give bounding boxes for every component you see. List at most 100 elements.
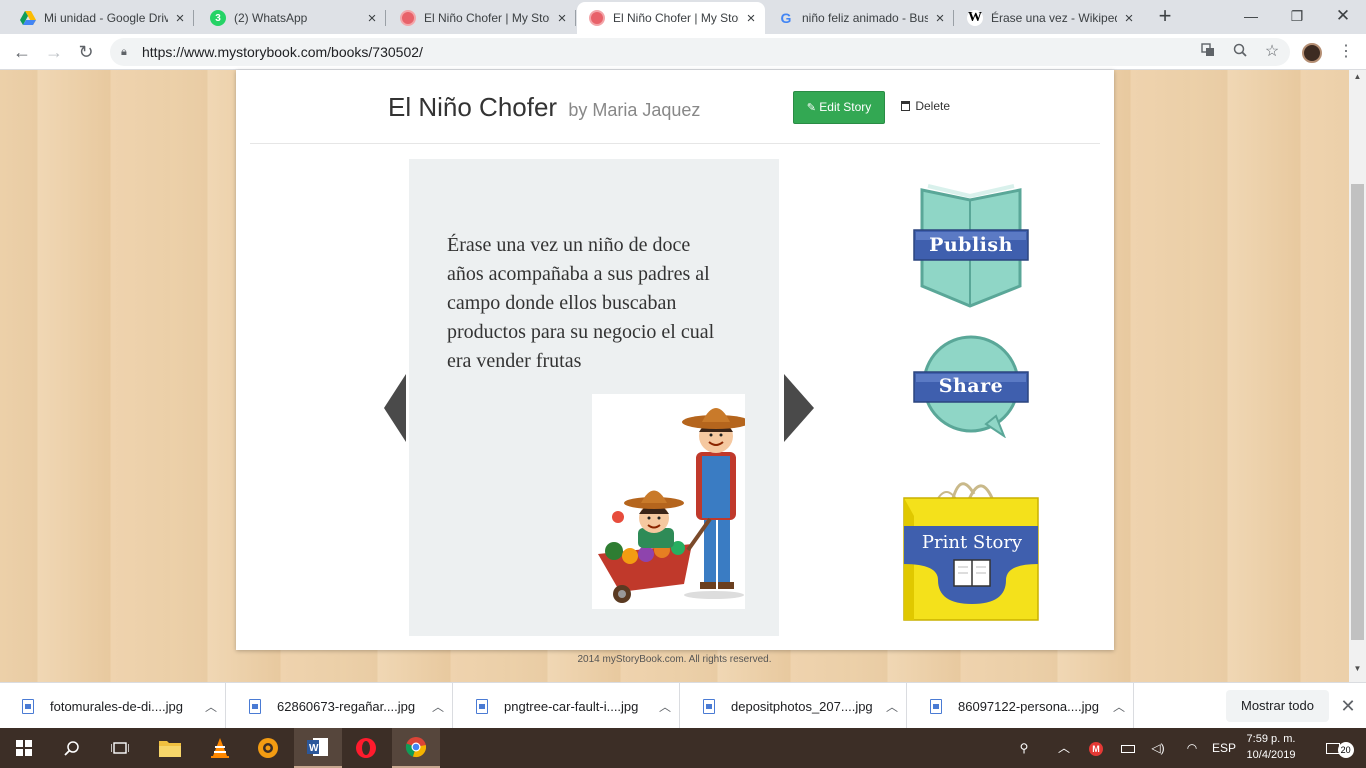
print-story-button[interactable]: Print Story bbox=[902, 472, 1042, 622]
delete-button[interactable]: Delete bbox=[901, 91, 950, 124]
page-footer: 2014 myStoryBook.com. All rights reserve… bbox=[577, 654, 772, 665]
new-tab-button[interactable]: + bbox=[1152, 4, 1178, 30]
tab-google-search[interactable]: G niño feliz animado - Buscar × bbox=[766, 2, 954, 34]
previous-page-arrow[interactable] bbox=[384, 374, 406, 442]
download-filename: pngtree-car-fault-i....jpg bbox=[504, 698, 639, 714]
tab-google-drive[interactable]: Mi unidad - Google Drive × bbox=[8, 2, 194, 34]
screen: Mi unidad - Google Drive × 3 (2) WhatsAp… bbox=[0, 0, 1366, 768]
forward-icon[interactable]: → bbox=[40, 38, 68, 66]
download-item[interactable]: 62860673-regañar....jpg ︿ bbox=[227, 683, 453, 729]
chrome-icon[interactable] bbox=[392, 728, 440, 768]
opera-icon[interactable] bbox=[342, 728, 390, 768]
browser-tab-strip: Mi unidad - Google Drive × 3 (2) WhatsAp… bbox=[0, 0, 1366, 34]
scrollbar-thumb[interactable] bbox=[1351, 184, 1364, 640]
search-icon[interactable] bbox=[48, 728, 96, 768]
print-story-label: Print Story bbox=[921, 532, 1023, 553]
download-item[interactable]: depositphotos_207....jpg ︿ bbox=[681, 683, 907, 729]
tab-mystorybook-1[interactable]: El Niño Chofer | My Story × bbox=[388, 2, 576, 34]
close-icon[interactable]: × bbox=[932, 10, 948, 27]
chevron-up-icon[interactable]: ︿ bbox=[1105, 698, 1133, 715]
story-header: El Niño Chofer by Maria Jaquez bbox=[388, 92, 700, 123]
tab-title: (2) WhatsApp bbox=[234, 11, 308, 25]
people-icon[interactable]: ⚲ bbox=[1012, 728, 1036, 768]
close-icon[interactable]: × bbox=[743, 10, 759, 27]
scroll-down-icon[interactable]: ▼ bbox=[1349, 662, 1366, 676]
page-scrollbar[interactable]: ▲ ▼ bbox=[1349, 70, 1366, 682]
story-card: El Niño Chofer by Maria Jaquez ✎ Edit St… bbox=[236, 70, 1114, 650]
header-divider bbox=[250, 143, 1100, 144]
edit-story-label: Edit Story bbox=[819, 100, 872, 114]
author-name: Maria Jaquez bbox=[592, 100, 701, 120]
image-file-icon bbox=[476, 698, 488, 714]
show-all-downloads-button[interactable]: Mostrar todo bbox=[1226, 690, 1329, 722]
tab-whatsapp[interactable]: 3 (2) WhatsApp × bbox=[198, 2, 386, 34]
trash-icon bbox=[901, 101, 910, 111]
bookmark-star-icon[interactable]: ☆ bbox=[1260, 38, 1284, 66]
reload-icon[interactable]: ↻ bbox=[72, 38, 100, 66]
close-icon[interactable]: × bbox=[364, 10, 380, 27]
battery-icon[interactable] bbox=[1118, 728, 1138, 768]
download-item[interactable]: pngtree-car-fault-i....jpg ︿ bbox=[454, 683, 680, 729]
back-icon[interactable]: ← bbox=[8, 38, 36, 66]
zoom-icon[interactable] bbox=[1228, 38, 1252, 66]
close-icon[interactable]: × bbox=[172, 10, 188, 27]
wifi-icon[interactable]: ◠ bbox=[1182, 728, 1202, 768]
download-item[interactable]: 86097122-persona....jpg ︿ bbox=[908, 683, 1134, 729]
file-explorer-icon[interactable] bbox=[146, 728, 194, 768]
task-view-icon[interactable] bbox=[96, 728, 144, 768]
image-file-icon bbox=[22, 698, 34, 714]
story-title: El Niño Chofer bbox=[388, 92, 558, 122]
windows-start-icon[interactable] bbox=[0, 728, 48, 768]
tab-mystorybook-active[interactable]: El Niño Chofer | My Story × bbox=[577, 2, 765, 34]
tab-title: Mi unidad - Google Drive bbox=[44, 11, 168, 25]
image-file-icon bbox=[930, 698, 942, 714]
translate-icon[interactable] bbox=[1196, 38, 1220, 66]
browser-menu-icon[interactable]: ⋮ bbox=[1336, 38, 1356, 66]
edit-icon: ✎ bbox=[806, 102, 816, 114]
close-downloads-icon[interactable]: ✕ bbox=[1336, 690, 1360, 722]
close-icon[interactable]: × bbox=[1121, 10, 1137, 27]
lock-icon: 🔒︎ bbox=[121, 46, 127, 58]
share-button[interactable]: Share bbox=[912, 334, 1030, 438]
language-indicator[interactable]: ESP bbox=[1210, 728, 1238, 768]
chevron-up-icon[interactable]: ︿ bbox=[1054, 728, 1074, 768]
word-icon[interactable]: W bbox=[294, 728, 342, 768]
edit-story-button[interactable]: ✎ Edit Story bbox=[793, 91, 885, 124]
tab-wikipedia[interactable]: W Érase una vez - Wikipedia × bbox=[955, 2, 1143, 34]
address-bar[interactable]: 🔒︎ https://www.mystorybook.com/books/730… bbox=[110, 38, 1290, 66]
whatsapp-icon: 3 bbox=[210, 10, 226, 26]
tab-title: El Niño Chofer | My Story bbox=[613, 11, 739, 25]
taskbar-clock[interactable]: 7:59 p. m. 10/4/2019 bbox=[1236, 731, 1306, 763]
close-window-icon[interactable]: ✕ bbox=[1320, 0, 1366, 32]
volume-icon[interactable]: ◁) bbox=[1148, 728, 1168, 768]
close-icon[interactable]: × bbox=[554, 10, 570, 27]
clock-date: 10/4/2019 bbox=[1246, 749, 1296, 761]
download-item[interactable]: fotomurales-de-di....jpg ︿ bbox=[0, 683, 226, 729]
download-filename: 86097122-persona....jpg bbox=[958, 698, 1099, 714]
chevron-up-icon[interactable]: ︿ bbox=[651, 698, 679, 715]
chevron-up-icon[interactable]: ︿ bbox=[197, 698, 225, 715]
tab-title: Érase una vez - Wikipedia bbox=[991, 11, 1117, 25]
vlc-icon[interactable] bbox=[196, 728, 244, 768]
image-file-icon bbox=[249, 698, 261, 714]
profile-avatar[interactable] bbox=[1302, 43, 1322, 63]
notifications-icon[interactable]: 20 bbox=[1320, 728, 1360, 768]
download-filename: depositphotos_207....jpg bbox=[731, 698, 873, 714]
next-page-arrow[interactable] bbox=[784, 374, 814, 442]
tab-title: El Niño Chofer | My Story bbox=[424, 11, 550, 25]
chevron-up-icon[interactable]: ︿ bbox=[424, 698, 452, 715]
publish-button[interactable]: Publish bbox=[912, 182, 1030, 310]
publish-label: Publish bbox=[929, 234, 1013, 256]
app-orange-gear-icon[interactable] bbox=[244, 728, 292, 768]
browser-toolbar: ← → ↻ 🔒︎ https://www.mystorybook.com/boo… bbox=[0, 34, 1366, 70]
share-label: Share bbox=[938, 375, 1004, 397]
chevron-up-icon[interactable]: ︿ bbox=[878, 698, 906, 715]
minimize-icon[interactable]: — bbox=[1228, 0, 1274, 32]
download-filename: fotomurales-de-di....jpg bbox=[50, 698, 183, 714]
story-byline: by Maria Jaquez bbox=[568, 100, 700, 120]
restore-icon[interactable]: ❐ bbox=[1274, 0, 1320, 32]
story-page: Érase una vez un niño de doce años acomp… bbox=[409, 159, 779, 636]
scroll-up-icon[interactable]: ▲ bbox=[1349, 70, 1366, 84]
antivirus-icon[interactable]: M bbox=[1086, 728, 1106, 768]
svg-text:W: W bbox=[309, 743, 319, 754]
